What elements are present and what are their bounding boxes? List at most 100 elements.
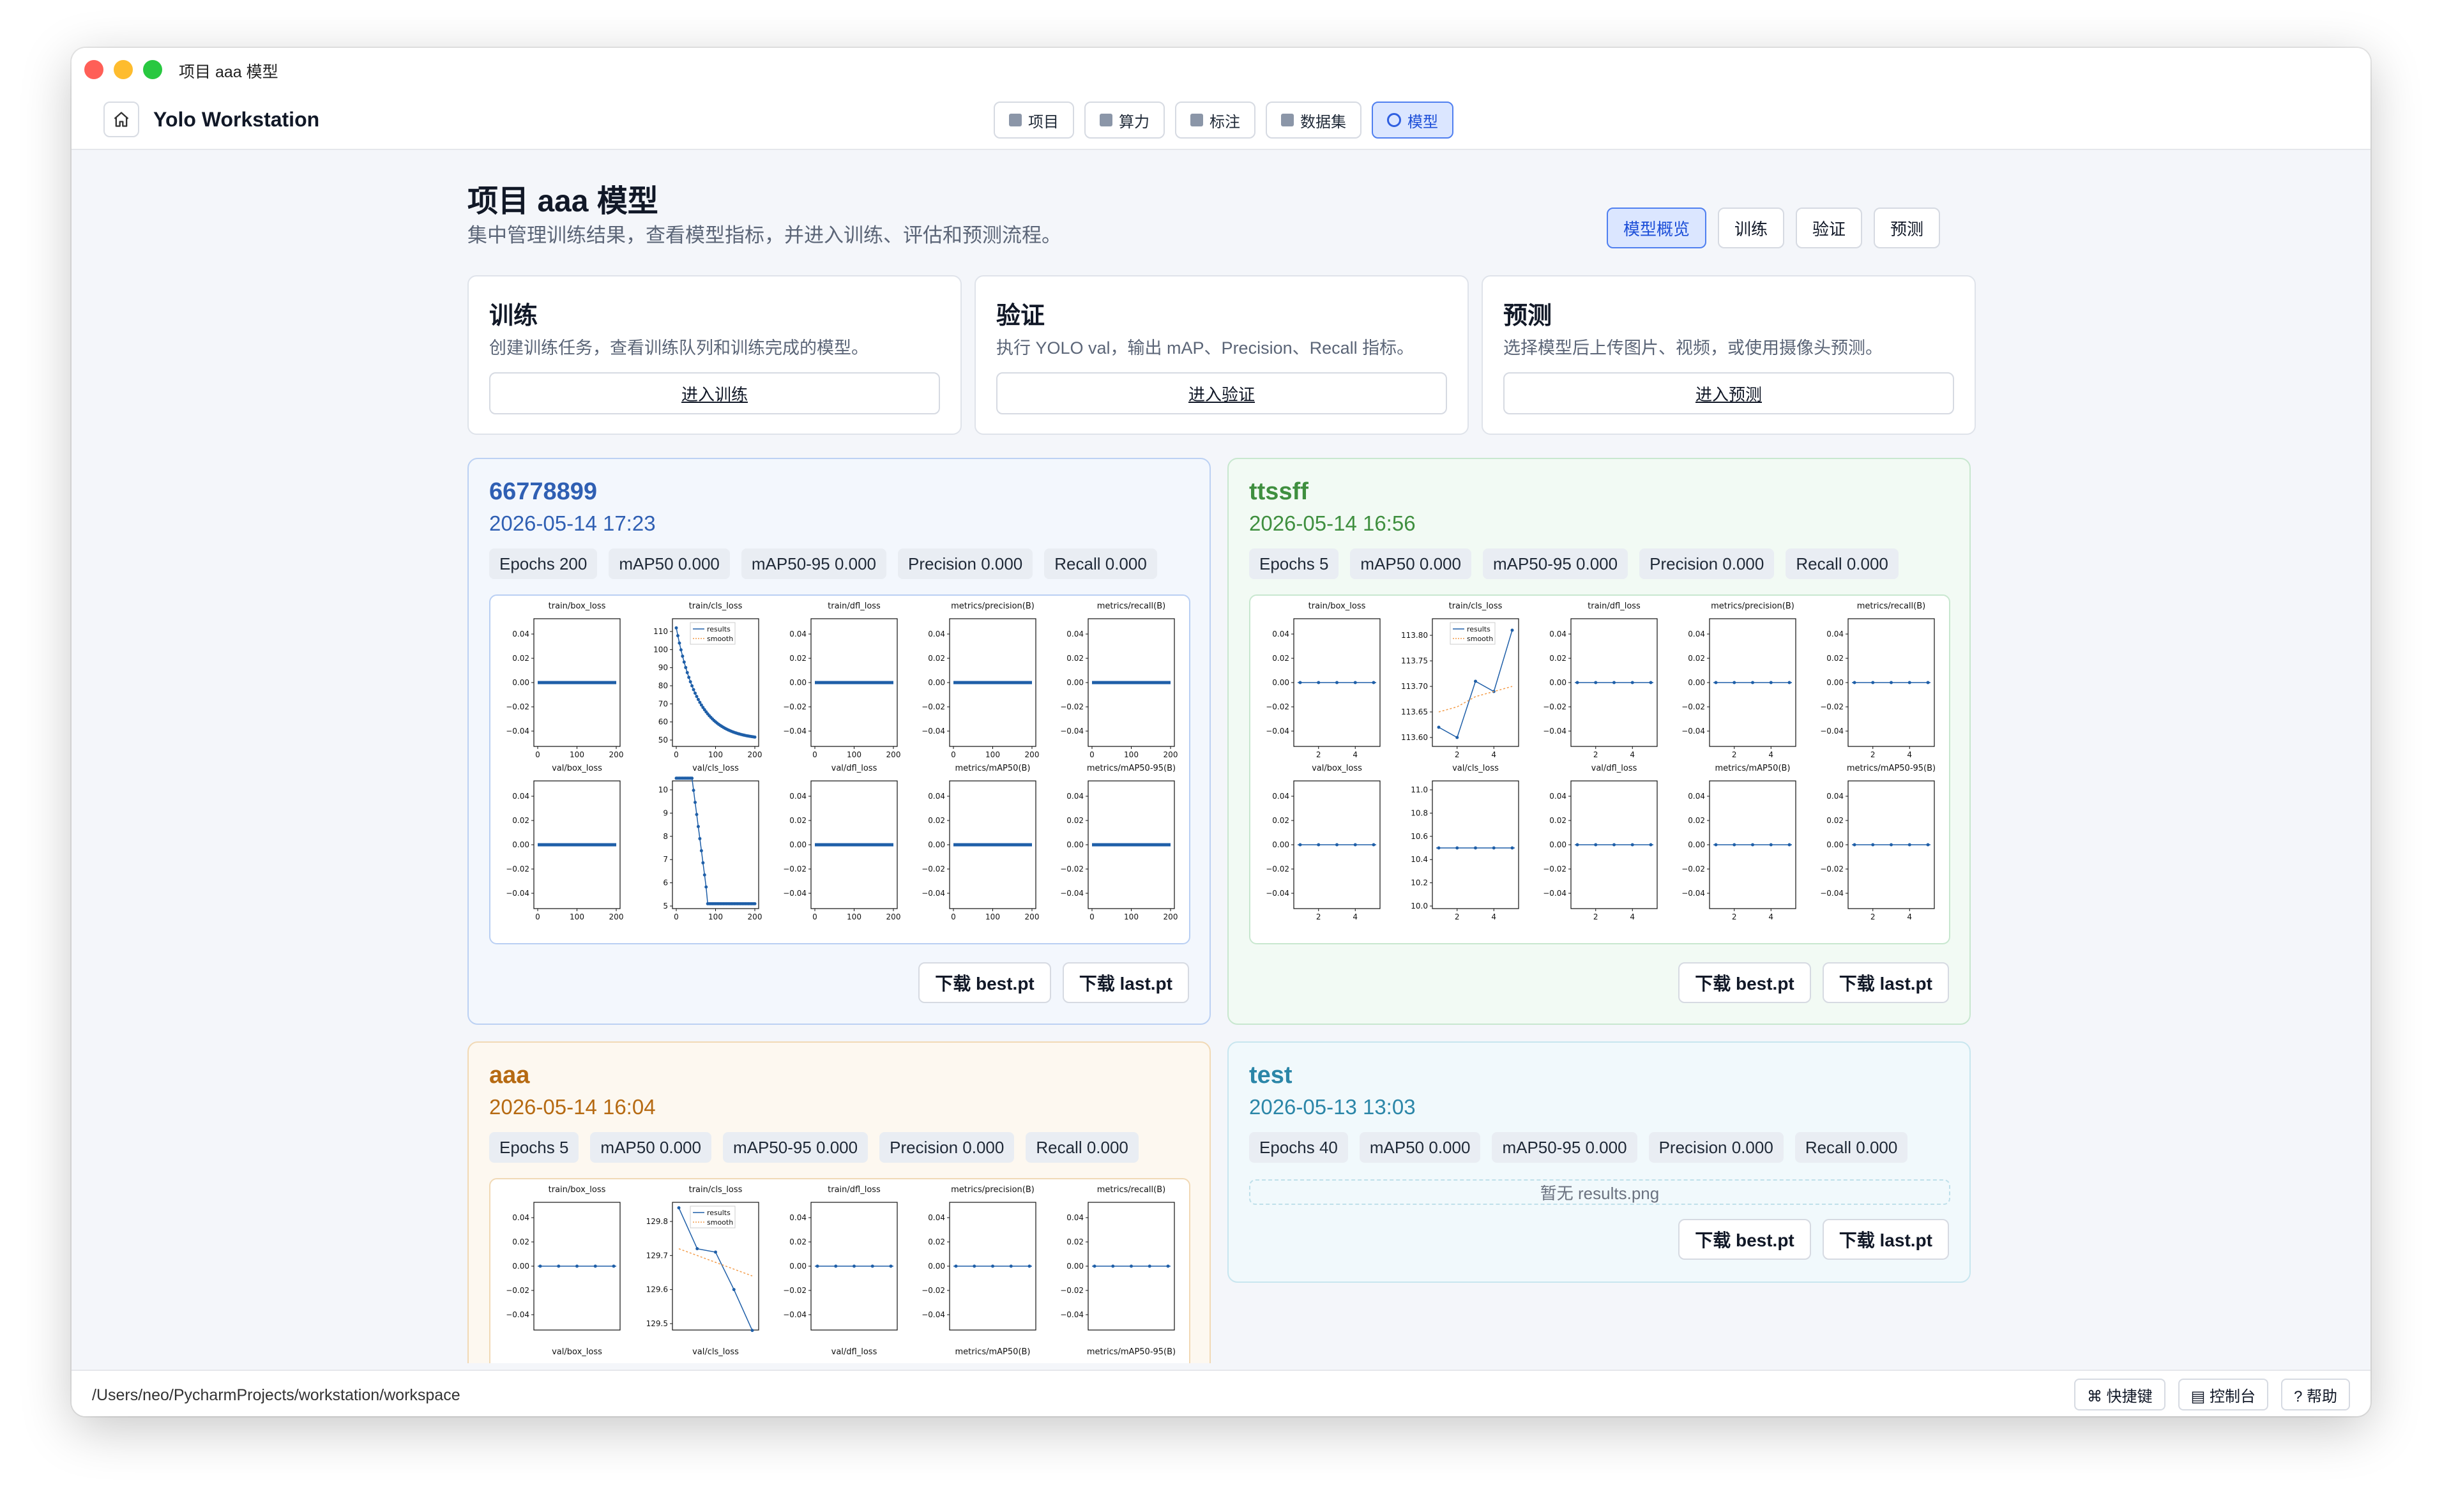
y-tick-label: 0.00 [512, 840, 529, 849]
y-tick-label: 10 [658, 785, 668, 794]
y-tick-label: 0.04 [1066, 1213, 1084, 1222]
results-plot: train/box_loss 0.04 0.02 0.00 −0.02 −0.04 trai… [489, 1178, 1190, 1363]
subtab-predict[interactable]: 预测 [1874, 208, 1941, 248]
data-point [1372, 681, 1376, 684]
download-best-button[interactable]: 下载 best.pt [1678, 962, 1811, 1003]
subtab-validate[interactable]: 验证 [1796, 208, 1863, 248]
console-button[interactable]: ▤ 控制台 [2178, 1379, 2268, 1410]
y-tick-label: −0.02 [783, 1286, 807, 1295]
subtab-train[interactable]: 训练 [1718, 208, 1785, 248]
model-date: 2026-05-14 17:23 [489, 511, 656, 535]
subplot-title: val/dfl_loss [831, 764, 877, 773]
data-point [1926, 843, 1930, 847]
shortcuts-button[interactable]: ⌘ 快捷键 [2074, 1379, 2165, 1410]
tab-projects[interactable]: 项目 [994, 102, 1074, 139]
model-stats: Epochs 5 mAP50 0.000 mAP50-95 0.000 Prec… [489, 1132, 1139, 1163]
x-tick-label: 200 [1164, 750, 1178, 759]
tab-datasets[interactable]: 数据集 [1266, 102, 1361, 139]
x-tick-label: 0 [951, 912, 956, 921]
subplot-title: val/dfl_loss [1591, 764, 1637, 773]
results-plot: train/box_loss 0.04 0.02 0.00 −0.02 −0.04 0 100… [489, 594, 1190, 944]
y-tick-label: 70 [658, 699, 668, 708]
subplot-title: train/box_loss [1308, 601, 1366, 611]
home-button[interactable] [103, 102, 139, 137]
data-point [612, 1264, 616, 1268]
data-point [1907, 681, 1911, 684]
y-tick-label: 0.04 [1272, 792, 1289, 801]
subtab-overview[interactable]: 模型概览 [1607, 208, 1707, 248]
close-window-button[interactable] [84, 60, 103, 79]
download-last-button[interactable]: 下载 last.pt [1822, 962, 1949, 1003]
y-tick-label: 129.6 [646, 1285, 668, 1294]
y-tick-label: 0.02 [512, 816, 529, 825]
enter-predict-button[interactable]: 进入预测 [1503, 372, 1954, 414]
stat-badge: Epochs 5 [489, 1132, 579, 1163]
enter-train-button[interactable]: 进入训练 [489, 372, 940, 414]
y-tick-label: −0.02 [1543, 865, 1566, 873]
stat-badge: mAP50 0.000 [609, 548, 730, 579]
legend-results-label: results [1467, 625, 1490, 633]
subplot: metrics/mAP50-95(B)0.040.020.00−0.02−0.0… [1820, 764, 1936, 921]
y-tick-label: −0.04 [1060, 889, 1084, 898]
download-best-button[interactable]: 下载 best.pt [918, 962, 1051, 1003]
data-point [1751, 681, 1754, 684]
subplot: val/dfl_loss0.040.020.00−0.02−0.04 [831, 1347, 877, 1357]
results-chart: train/box_loss0.040.020.00−0.02−0.040 100… [506, 601, 1178, 921]
subplot-title: val/cls_loss [692, 764, 739, 773]
subplot: metrics/mAP50-95(B)0.040.020.00−0.02−0.0… [1087, 1347, 1176, 1357]
download-best-button[interactable]: 下载 best.pt [1678, 1219, 1811, 1260]
model-stats: Epochs 40 mAP50 0.000 mAP50-95 0.000 Pre… [1249, 1132, 1908, 1163]
model-name: ttssff [1249, 478, 1308, 505]
y-tick-label: −0.02 [1681, 702, 1705, 711]
y-tick-label: 0.02 [1826, 654, 1844, 663]
download-last-button[interactable]: 下载 last.pt [1062, 962, 1189, 1003]
stat-badge: Precision 0.000 [1648, 1132, 1784, 1163]
download-last-button[interactable]: 下载 last.pt [1822, 1219, 1949, 1260]
y-tick-label: 0.00 [1688, 678, 1705, 687]
x-tick-label: 4 [1353, 750, 1358, 759]
zoom-window-button[interactable] [143, 60, 162, 79]
x-tick-label: 100 [847, 912, 861, 921]
help-button[interactable]: ? 帮助 [2280, 1379, 2350, 1410]
y-tick-label: 0.00 [789, 678, 807, 687]
x-tick-label: 200 [886, 912, 901, 921]
y-tick-label: 0.00 [789, 840, 807, 849]
minimize-window-button[interactable] [114, 60, 133, 79]
x-tick-label: 0 [951, 750, 956, 759]
x-tick-label: 200 [886, 750, 901, 759]
subplot: val/dfl_loss 0.04 0.02 0.00 −0.02 −0.04 0 100 20… [783, 764, 900, 921]
x-tick-label: 4 [1491, 750, 1496, 759]
y-tick-label: 0.04 [1272, 630, 1289, 639]
predict-action-card: 预测 选择模型后上传图片、视频，或使用摄像头预测。 进入预测 [1482, 275, 1976, 435]
data-point [1148, 1264, 1151, 1268]
home-icon [114, 112, 129, 127]
subplot-title: metrics/precision(B) [951, 1185, 1035, 1195]
data-point [1028, 1264, 1031, 1268]
data-point [1317, 843, 1321, 847]
y-tick-label: 0.02 [928, 654, 945, 663]
y-tick-label: 0.00 [928, 1262, 945, 1271]
enter-validate-button[interactable]: 进入验证 [996, 372, 1447, 414]
tab-compute[interactable]: 算力 [1084, 102, 1165, 139]
legend-smooth-label: smooth [707, 1218, 733, 1227]
x-tick-label: 4 [1630, 750, 1635, 759]
subplot-title: metrics/precision(B) [1711, 601, 1794, 611]
data-point [1492, 846, 1496, 850]
data-point [1612, 681, 1616, 684]
stat-badge: Precision 0.000 [898, 548, 1033, 579]
card-description: 创建训练任务，查看训练队列和训练完成的模型。 [489, 338, 868, 358]
train-action-card: 训练 创建训练任务，查看训练队列和训练完成的模型。 进入训练 [467, 275, 962, 435]
tab-models[interactable]: 模型 [1372, 102, 1453, 139]
x-tick-label: 2 [1732, 750, 1737, 759]
y-tick-label: 0.04 [789, 792, 807, 801]
legend-results-label: results [707, 625, 731, 633]
y-tick-label: 0.00 [1688, 840, 1705, 849]
subplot: metrics/recall(B) 0.04 0.02 0.00 −0.02 −0.04 [1060, 1185, 1175, 1331]
x-tick-label: 200 [748, 750, 762, 759]
tab-annotation[interactable]: 标注 [1175, 102, 1255, 139]
y-tick-label: −0.04 [783, 1310, 807, 1319]
subplot: val/box_loss 0.04 0.02 0.00 −0.02 −0.04 2 4 [1266, 764, 1381, 921]
data-point [557, 1264, 561, 1268]
y-tick-label: −0.02 [506, 702, 529, 711]
subplot: metrics/mAP50-95(B)0.040.020.00−0.02−0.0… [1060, 764, 1178, 921]
